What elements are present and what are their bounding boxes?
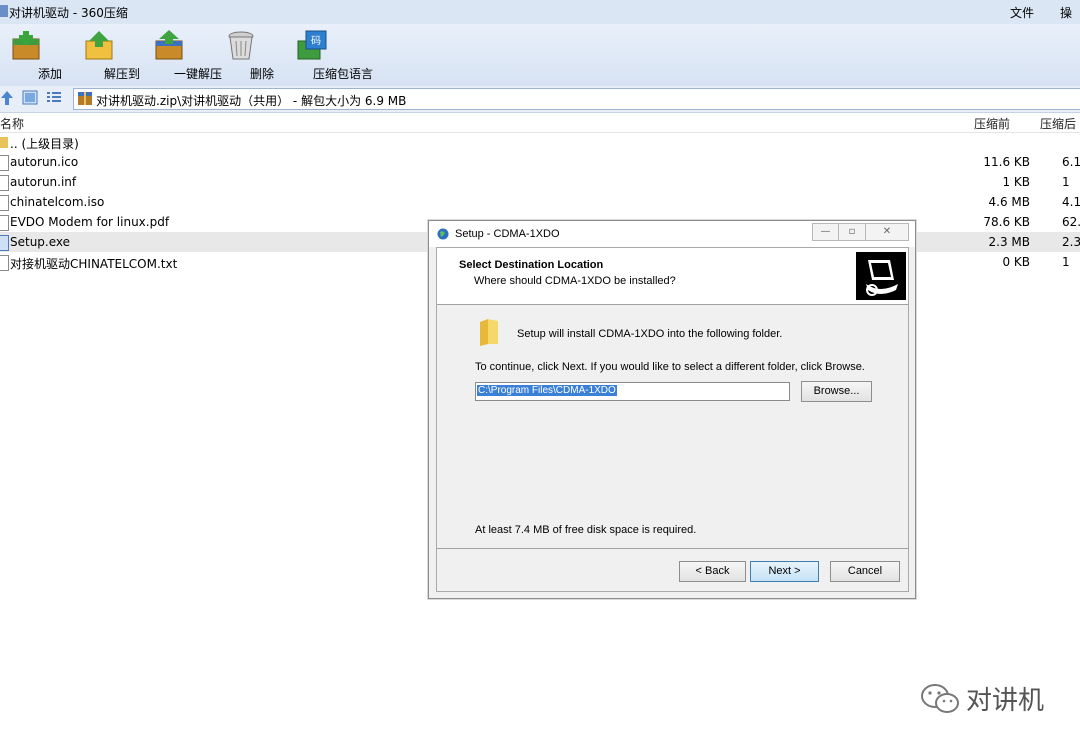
svg-text:码: 码	[311, 35, 321, 47]
folder-icon	[480, 319, 498, 346]
file-size-before: 2.3 MB	[988, 235, 1030, 249]
one-click-extract-button[interactable]: 一键解压	[140, 24, 222, 86]
pdf-file-icon	[0, 215, 9, 231]
install-path-value: C:\Program Files\CDMA-1XDO	[477, 385, 617, 396]
extract-to-icon	[85, 31, 113, 60]
file-name: 对接机驱动CHINATELCOM.txt	[10, 257, 178, 271]
dialog-body: Setup will install CDMA-1XDO into the fo…	[437, 305, 908, 549]
archive-language-button[interactable]: 码 压缩包语言	[281, 24, 373, 86]
column-header: 名称 压缩前 压缩后	[0, 113, 1080, 133]
file-name: Setup.exe	[10, 235, 71, 249]
dialog-heading: Select Destination Location	[459, 259, 604, 271]
file-size-after: 2.3	[1062, 235, 1080, 249]
install-path-input[interactable]: C:\Program Files\CDMA-1XDO	[475, 382, 790, 401]
add-button[interactable]: 添加	[2, 24, 62, 86]
extract-to-button[interactable]: 解压到	[76, 24, 140, 86]
next-button[interactable]: Next >	[750, 561, 819, 582]
folder-icon	[0, 137, 8, 148]
installer-computer-icon	[856, 252, 906, 300]
dialog-content: Select Destination Location Where should…	[436, 247, 909, 592]
file-size-before: 78.6 KB	[983, 215, 1030, 229]
instruction-text: To continue, click Next. If you would li…	[475, 361, 865, 373]
file-size-before: 11.6 KB	[983, 155, 1030, 169]
setup-globe-icon	[437, 228, 449, 240]
install-info-text: Setup will install CDMA-1XDO into the fo…	[517, 328, 783, 340]
file-icon	[0, 175, 9, 191]
file-icon	[0, 255, 9, 271]
file-size-after: 6.1	[1062, 155, 1080, 169]
path-field[interactable]: 对讲机驱动.zip\对讲机驱动（共用） - 解包大小为 6.9 MB	[73, 88, 1080, 110]
file-size-after: 62.3	[1062, 215, 1080, 229]
delete-button[interactable]: 删除	[220, 24, 274, 86]
column-size-after[interactable]: 压缩后	[1040, 115, 1076, 132]
list-view-icon[interactable]	[46, 90, 62, 105]
browse-button[interactable]: Browse...	[801, 381, 872, 402]
archive-language-label: 压缩包语言	[312, 67, 373, 81]
add-label: 添加	[37, 67, 62, 81]
file-row-parent[interactable]: .. (上级目录)	[0, 132, 1080, 152]
column-size-before[interactable]: 压缩前	[974, 115, 1010, 132]
toolbar: 添加 解压到 一键解压 删除 码 压缩包语言	[0, 24, 1080, 87]
close-button[interactable]: ✕	[865, 223, 909, 241]
file-name: chinatelcom.iso	[10, 195, 105, 209]
zip-archive-icon	[78, 92, 92, 105]
path-text: 对讲机驱动.zip\对讲机驱动（共用） - 解包大小为 6.9 MB	[96, 94, 407, 108]
up-arrow-icon[interactable]	[0, 90, 14, 106]
file-size-before: 1 KB	[1002, 175, 1030, 189]
window-titlebar: 对讲机驱动 - 360压缩 文件 操作	[0, 0, 1080, 37]
delete-label: 删除	[249, 67, 274, 81]
minimize-button[interactable]: —	[812, 223, 839, 241]
dialog-titlebar[interactable]: Setup - CDMA-1XDO — ▫ ✕	[429, 221, 915, 247]
file-size-after: 1	[1062, 255, 1070, 269]
exe-file-icon	[0, 235, 9, 251]
file-name: autorun.inf	[10, 175, 77, 189]
file-size-before: 4.6 MB	[988, 195, 1030, 209]
window-title: 对讲机驱动 - 360压缩	[9, 6, 128, 20]
one-click-extract-icon	[155, 30, 183, 60]
file-row[interactable]: chinatelcom.iso 4.6 MB 4.1 I	[0, 192, 1080, 212]
dialog-header: Select Destination Location Where should…	[437, 248, 908, 305]
cancel-button[interactable]: Cancel	[830, 561, 900, 582]
one-click-extract-label: 一键解压	[173, 67, 222, 81]
file-row[interactable]: autorun.ico 11.6 KB 6.1	[0, 152, 1080, 172]
watermark-text: 对讲机	[966, 686, 1045, 716]
file-name: .. (上级目录)	[10, 137, 79, 151]
extract-to-label: 解压到	[103, 67, 140, 81]
wechat-logo-icon	[921, 684, 959, 713]
column-name[interactable]: 名称	[0, 115, 24, 132]
delete-trash-icon	[228, 31, 254, 60]
file-icon	[0, 195, 9, 211]
file-size-before: 0 KB	[1002, 255, 1030, 269]
file-size-after: 4.1 I	[1062, 195, 1080, 209]
maximize-button[interactable]: ▫	[838, 223, 866, 241]
archive-language-icon: 码	[297, 30, 327, 60]
back-button[interactable]: < Back	[679, 561, 746, 582]
thumbnail-view-icon[interactable]	[22, 90, 38, 105]
dialog-subheading: Where should CDMA-1XDO be installed?	[474, 275, 676, 287]
disk-space-text: At least 7.4 MB of free disk space is re…	[475, 524, 697, 536]
path-bar: 对讲机驱动.zip\对讲机驱动（共用） - 解包大小为 6.9 MB	[0, 86, 1080, 113]
file-name: EVDO Modem for linux.pdf	[10, 215, 170, 229]
file-row[interactable]: autorun.inf 1 KB 1	[0, 172, 1080, 192]
app-icon	[0, 5, 8, 17]
add-archive-icon	[12, 31, 40, 60]
dialog-title: Setup - CDMA-1XDO	[455, 228, 560, 240]
menu-file[interactable]: 文件	[1010, 4, 1034, 21]
file-icon	[0, 155, 9, 171]
file-size-after: 1	[1062, 175, 1070, 189]
file-name: autorun.ico	[10, 155, 79, 169]
setup-dialog: Setup - CDMA-1XDO — ▫ ✕ Select Destinati…	[428, 220, 916, 599]
